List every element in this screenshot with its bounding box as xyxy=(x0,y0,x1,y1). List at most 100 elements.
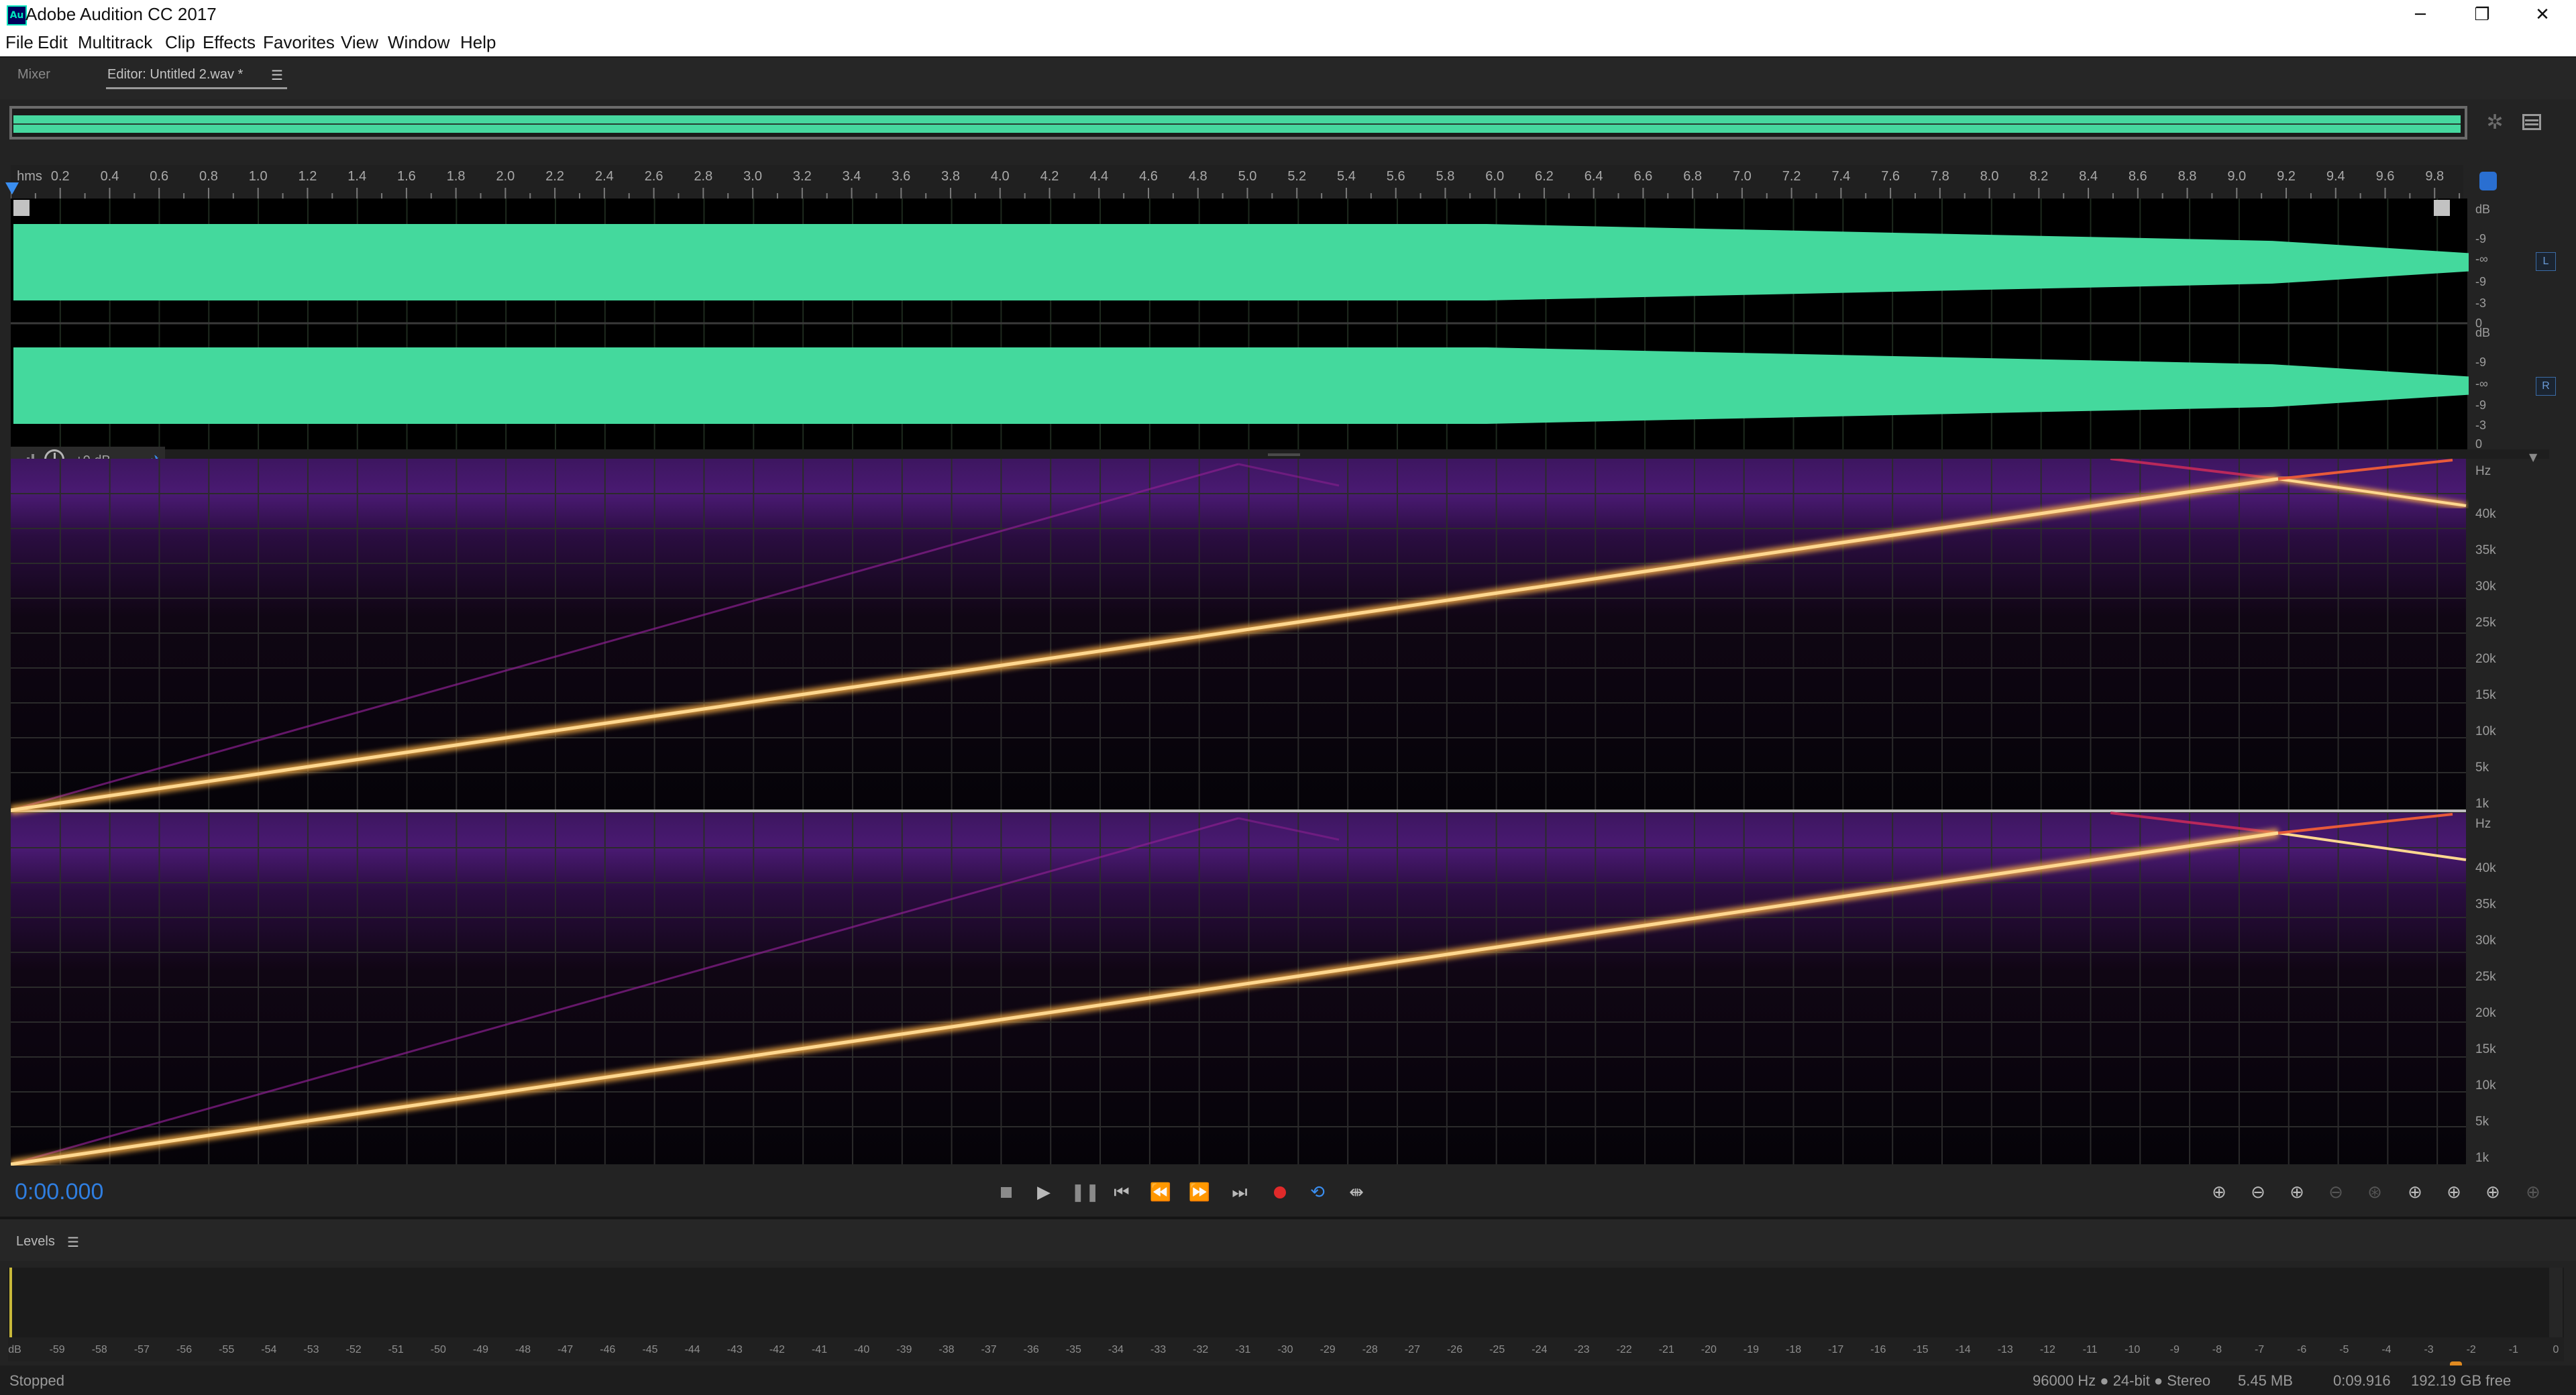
menu-favorites[interactable]: Favorites xyxy=(263,32,335,53)
ruler-tick-label: 9.2 xyxy=(2277,169,2296,184)
zoom-in-right-icon[interactable]: ⊕ xyxy=(2479,1180,2506,1205)
levels-scale-label: -10 xyxy=(2125,1344,2141,1355)
zoom-in-left-icon[interactable]: ⊕ xyxy=(2440,1180,2467,1205)
ruler-tick-label: 8.4 xyxy=(2079,169,2098,184)
db-scale-label: dB xyxy=(2475,203,2491,216)
zoom-full-icon[interactable]: ⊕ xyxy=(2520,1180,2546,1205)
levels-scale-label: -57 xyxy=(133,1344,150,1355)
zoom-in-time-icon[interactable]: ⊕ xyxy=(2284,1180,2310,1205)
levels-scale-label: -21 xyxy=(1658,1344,1674,1355)
fast-forward-button[interactable]: ⏩ xyxy=(1186,1180,1213,1205)
overview-menu-icon[interactable] xyxy=(2521,113,2542,133)
zoom-out-time-icon[interactable]: ⊖ xyxy=(2322,1180,2349,1205)
fade-in-handle-icon[interactable] xyxy=(13,200,30,216)
levels-scrollbar[interactable] xyxy=(2549,1268,2563,1337)
frequency-label: 20k xyxy=(2475,1006,2496,1020)
levels-scale-label: -20 xyxy=(1701,1344,1717,1355)
levels-scale-label: -54 xyxy=(261,1344,277,1355)
menu-file[interactable]: File xyxy=(5,32,34,53)
db-scale-label: -9 xyxy=(2475,355,2487,369)
tab-editor[interactable]: Editor: Untitled 2.wav * xyxy=(107,67,243,82)
ruler-tick-label: 9.8 xyxy=(2425,169,2445,184)
levels-scale-label: -41 xyxy=(811,1344,828,1355)
levels-scale-label: -37 xyxy=(981,1344,997,1355)
fade-out-handle-icon[interactable] xyxy=(2434,200,2450,216)
stop-button[interactable] xyxy=(993,1180,1020,1205)
levels-scale-label: -19 xyxy=(1743,1344,1760,1355)
levels-scale-label: -51 xyxy=(388,1344,404,1355)
snap-toggle-icon[interactable] xyxy=(2479,172,2497,190)
ruler-tick-label: 7.2 xyxy=(1782,169,1801,184)
close-button[interactable]: ✕ xyxy=(2516,0,2569,31)
ruler-tick-label: 4.2 xyxy=(1040,169,1059,184)
hz-axis-label: Hz xyxy=(2475,817,2491,831)
channel-right-toggle[interactable]: R xyxy=(2536,377,2556,396)
overview-centerline xyxy=(13,123,2461,125)
ruler-tick-label: 0.8 xyxy=(199,169,218,184)
rewind-button[interactable]: ⏪ xyxy=(1147,1180,1174,1205)
time-display[interactable]: 0:00.000 xyxy=(15,1179,103,1205)
levels-scale-label: -30 xyxy=(1277,1344,1293,1355)
loop-playback-button[interactable]: ⟲ xyxy=(1304,1180,1331,1205)
zoom-out-full-icon[interactable]: ⊛ xyxy=(2361,1180,2388,1205)
minimize-button[interactable]: ─ xyxy=(2394,0,2447,31)
ruler-tick-label: 7.6 xyxy=(1881,169,1900,184)
pause-button[interactable]: ❚❚ xyxy=(1071,1180,1100,1205)
zoom-in-amplitude-icon[interactable]: ⊕ xyxy=(2206,1180,2233,1205)
zoom-tool-icon[interactable]: ✲ xyxy=(2483,111,2506,134)
levels-panel-menu-icon[interactable]: ☰ xyxy=(67,1234,79,1251)
menu-help[interactable]: Help xyxy=(460,32,496,53)
levels-scale-label: -6 xyxy=(2297,1344,2307,1355)
menu-effects[interactable]: Effects xyxy=(203,32,256,53)
tab-mixer[interactable]: Mixer xyxy=(17,67,50,82)
ruler-tick-label: 6.8 xyxy=(1683,169,1703,184)
playhead-marker[interactable] xyxy=(5,182,19,194)
zoom-to-selection-icon[interactable]: ⊕ xyxy=(2402,1180,2428,1205)
frequency-label: 30k xyxy=(2475,579,2496,594)
play-button[interactable]: ▶ xyxy=(1030,1180,1057,1205)
ruler-tick-label: 6.2 xyxy=(1535,169,1554,184)
levels-scale-label: -12 xyxy=(2039,1344,2055,1355)
maximize-button[interactable]: ❐ xyxy=(2455,0,2509,31)
levels-scale-label: -25 xyxy=(1489,1344,1505,1355)
ruler-tick-label: 6.4 xyxy=(1584,169,1603,184)
go-to-start-button[interactable]: ⏮ xyxy=(1108,1180,1135,1205)
ruler-tick-label: 0.6 xyxy=(150,169,169,184)
menu-view[interactable]: View xyxy=(341,32,378,53)
menu-edit[interactable]: Edit xyxy=(38,32,68,53)
menu-window[interactable]: Window xyxy=(388,32,449,53)
level-indicator xyxy=(9,1268,12,1337)
menu-clip[interactable]: Clip xyxy=(165,32,195,53)
go-to-end-button[interactable]: ⏭ xyxy=(1226,1180,1253,1205)
skip-selection-button[interactable]: ⇼ xyxy=(1343,1180,1370,1205)
levels-scale-label: -18 xyxy=(1786,1344,1802,1355)
frequency-label: 40k xyxy=(2475,861,2496,875)
frequency-label: 30k xyxy=(2475,934,2496,948)
levels-scale-label: -3 xyxy=(2424,1344,2434,1355)
levels-scale-label: -40 xyxy=(854,1344,870,1355)
levels-scale-label: 0 xyxy=(2553,1344,2559,1355)
editor-panel-menu-icon[interactable]: ☰ xyxy=(271,67,283,84)
levels-scale-label: -22 xyxy=(1616,1344,1632,1355)
ruler-tick-label: 6.6 xyxy=(1633,169,1653,184)
frequency-label: 5k xyxy=(2475,761,2489,775)
ruler-tick-label: 8.0 xyxy=(1980,169,1999,184)
levels-scale-label: -56 xyxy=(176,1344,193,1355)
ruler-tick-label: 5.0 xyxy=(1238,169,1257,184)
levels-scale-label: -29 xyxy=(1320,1344,1336,1355)
panel-tab-bar xyxy=(0,56,2576,99)
divider-grip[interactable] xyxy=(1268,453,1300,456)
spectral-frequency-display[interactable] xyxy=(11,459,2469,1166)
db-scale-label: dB xyxy=(2475,326,2491,339)
channel-left-toggle[interactable]: L xyxy=(2536,252,2556,271)
tab-levels[interactable]: Levels xyxy=(16,1234,55,1249)
record-button[interactable] xyxy=(1267,1180,1293,1205)
menu-multitrack[interactable]: Multitrack xyxy=(78,32,152,53)
zoom-out-amplitude-icon[interactable]: ⊖ xyxy=(2245,1180,2271,1205)
levels-scale-label: -23 xyxy=(1574,1344,1590,1355)
ruler-tick-label: 7.8 xyxy=(1930,169,1949,184)
ruler-tick-label: 8.2 xyxy=(2029,169,2049,184)
frequency-label: 25k xyxy=(2475,616,2496,630)
ruler-tick-label: 3.6 xyxy=(892,169,911,184)
collapse-arrow-icon[interactable]: ▼ xyxy=(2529,451,2537,463)
